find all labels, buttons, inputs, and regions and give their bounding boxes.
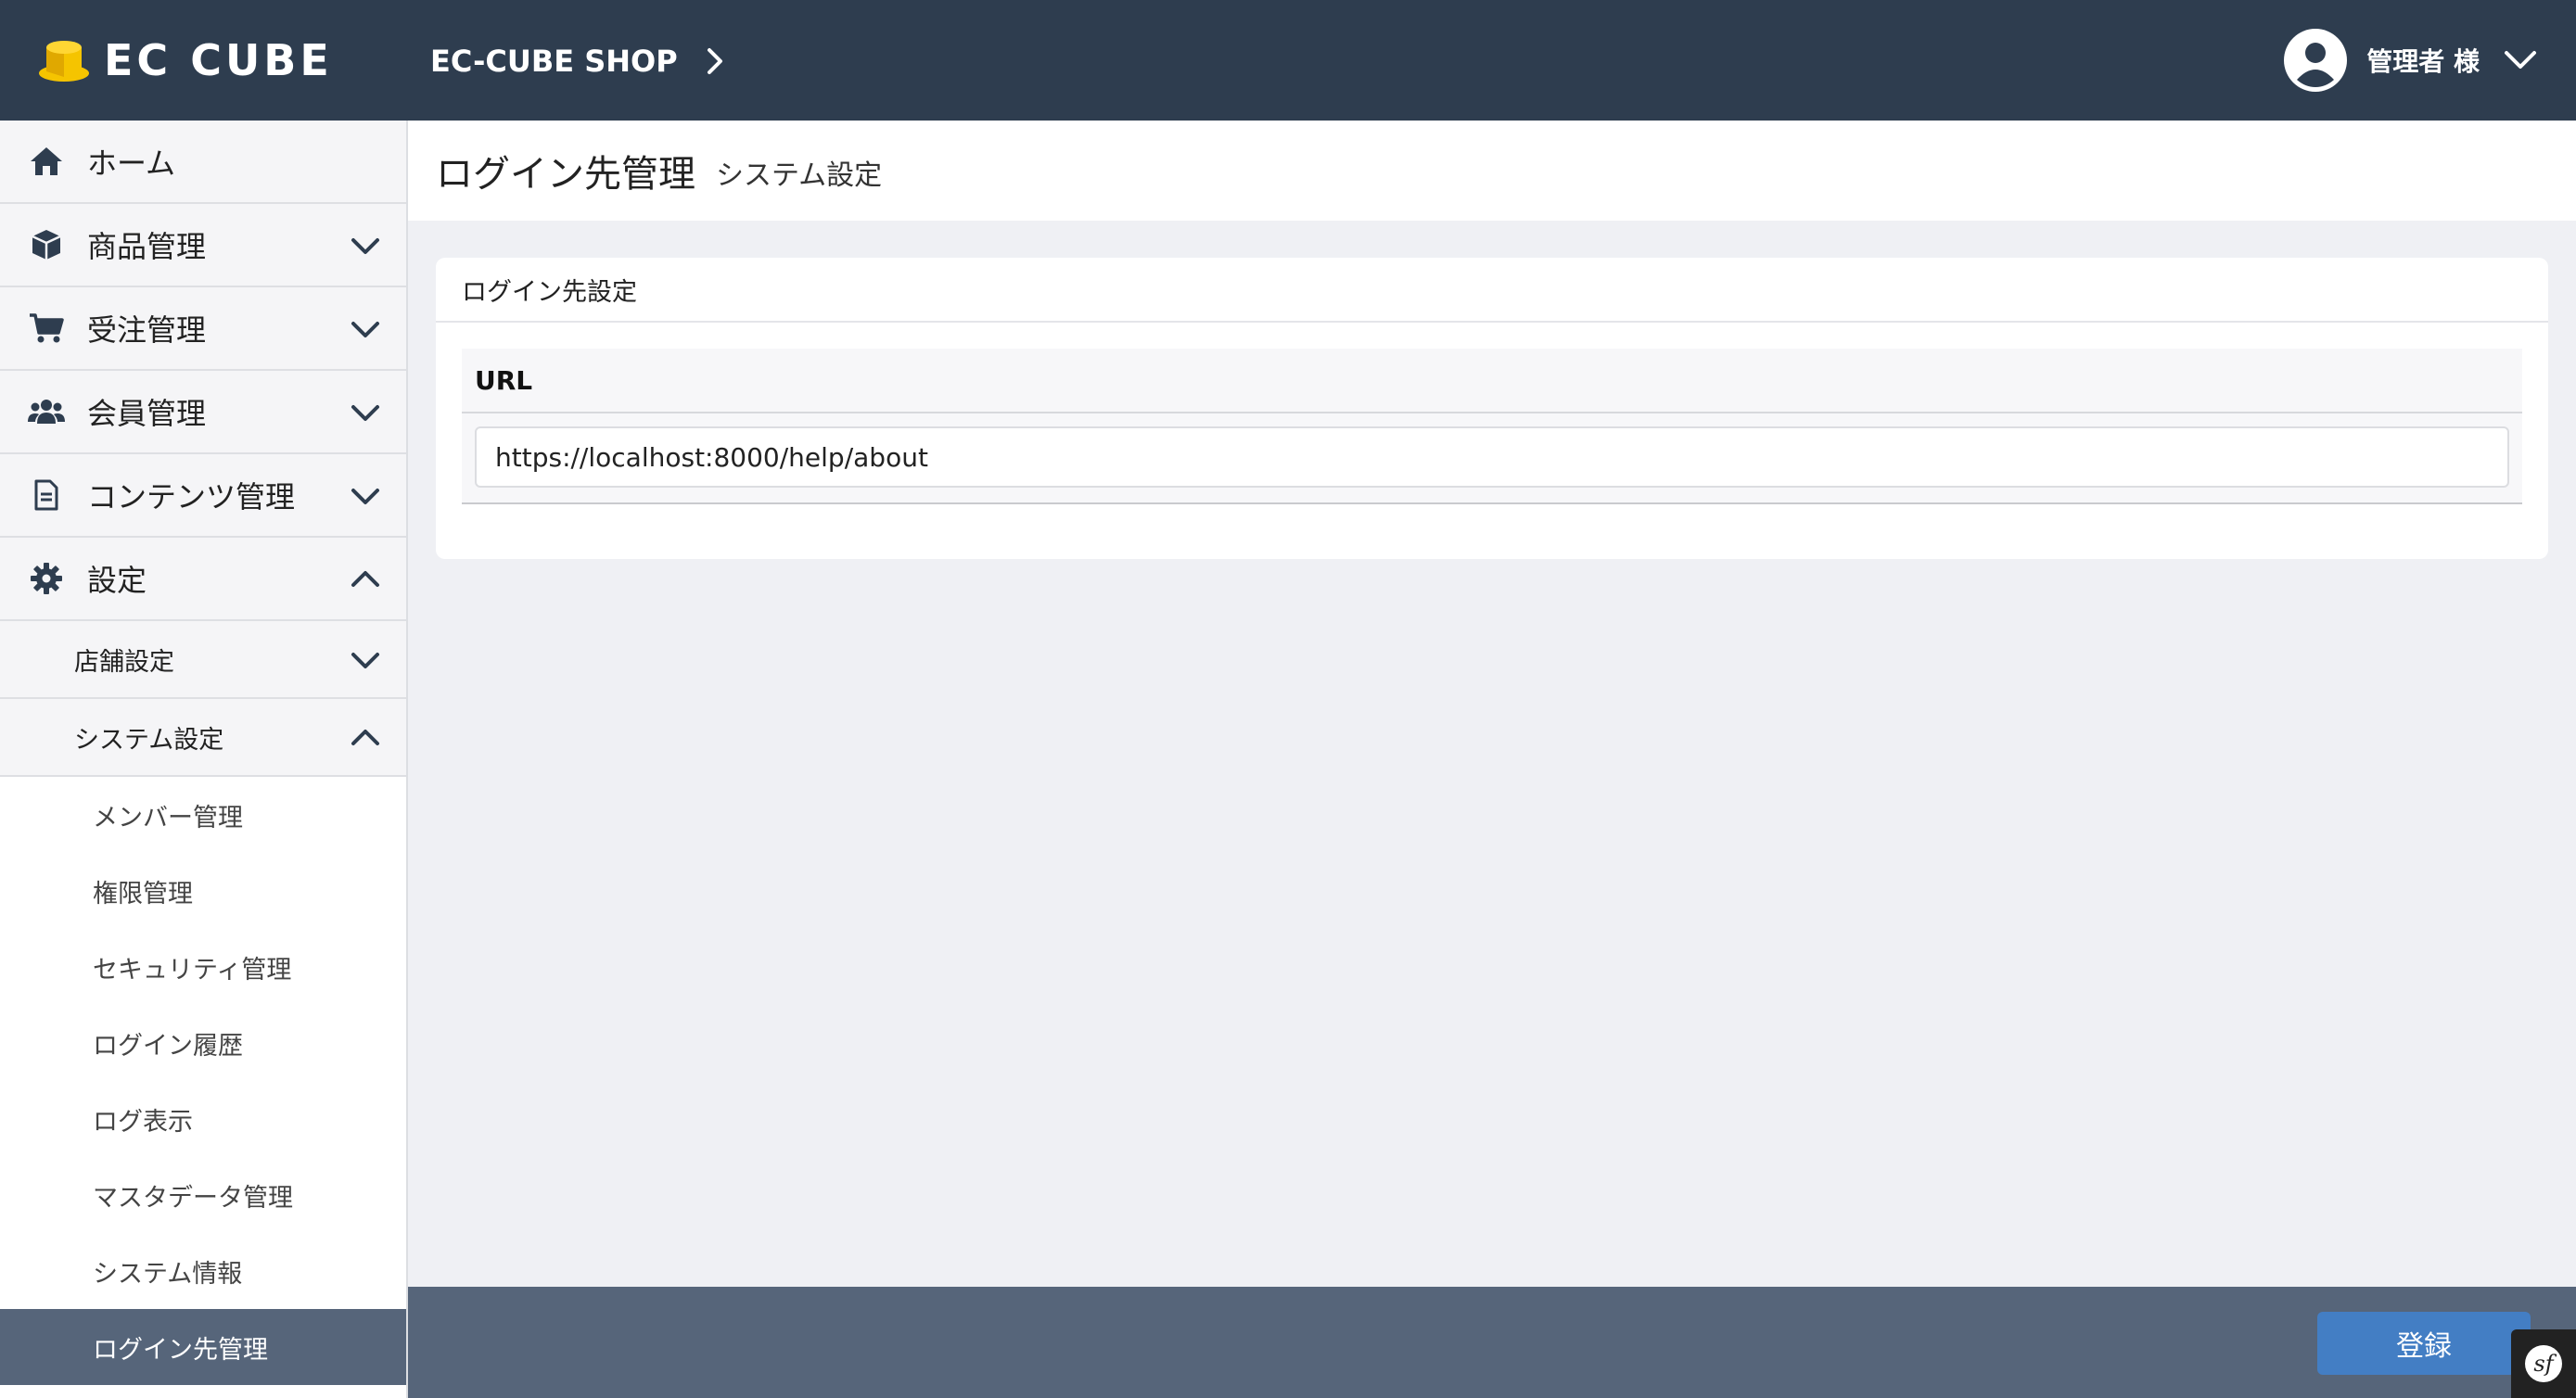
sidebar-subitem-label: システム設定 (74, 725, 224, 755)
chevron-down-icon (351, 489, 379, 504)
gear-icon (28, 560, 65, 597)
url-field-label-row: URL (462, 349, 2522, 413)
sidebar-item-label: 商品管理 (87, 229, 207, 264)
sidebar: ホーム 商品管理 受注管理 会員管理 コンテンツ管理 設定 店舗設定 システム設… (0, 121, 408, 1398)
sidebar-leaf-label: セキュリティ管理 (93, 955, 292, 985)
sidebar-item-label: ホーム (87, 146, 176, 181)
sidebar-leaf-authority[interactable]: 権限管理 (0, 853, 406, 929)
file-icon (28, 477, 65, 514)
symfony-toolbar-icon[interactable]: sf (2511, 1329, 2576, 1398)
shop-link[interactable]: EC-CUBE SHOP (430, 40, 724, 83)
chevron-up-icon (351, 730, 379, 745)
sidebar-item-label: 会員管理 (87, 396, 207, 431)
sidebar-leaf-label: ログ表示 (93, 1107, 193, 1137)
sidebar-item-home[interactable]: ホーム (0, 121, 406, 204)
top-header: EC CUBE EC-CUBE SHOP 管理者 様 (0, 0, 2576, 121)
chevron-down-icon (351, 322, 379, 337)
user-menu[interactable]: 管理者 様 (2283, 28, 2537, 93)
sidebar-leaf-label: メンバー管理 (93, 803, 243, 832)
sidebar-subitem-label: 店舗設定 (74, 647, 174, 677)
sidebar-leaf-label: システム情報 (93, 1259, 243, 1289)
ec-cube-logo[interactable]: EC CUBE (37, 35, 333, 85)
user-name: 管理者 様 (2366, 46, 2480, 77)
sidebar-item-settings[interactable]: 設定 (0, 538, 406, 621)
users-icon (28, 393, 65, 430)
shop-name: EC-CUBE SHOP (430, 44, 678, 79)
home-icon (28, 143, 65, 180)
sidebar-item-members[interactable]: 会員管理 (0, 371, 406, 454)
sidebar-leaf-label: ログイン先管理 (93, 1335, 268, 1365)
box-icon (28, 226, 65, 263)
sidebar-item-orders[interactable]: 受注管理 (0, 287, 406, 371)
sidebar-subitem-system-settings[interactable]: システム設定 (0, 699, 406, 777)
url-field-group: URL (462, 349, 2522, 506)
sidebar-leaf-label: ログイン履歴 (93, 1031, 243, 1061)
login-destination-card: ログイン先設定 URL (436, 258, 2548, 559)
sidebar-item-label: 設定 (87, 563, 147, 598)
cube-hat-icon (39, 41, 89, 82)
sidebar-item-label: コンテンツ管理 (87, 479, 296, 515)
page-title-bar: ログイン先管理 システム設定 (408, 121, 2576, 221)
sidebar-item-label: 受注管理 (87, 312, 207, 348)
page-subtitle: システム設定 (716, 159, 883, 192)
user-avatar-icon (2284, 29, 2348, 92)
sidebar-leaf-members[interactable]: メンバー管理 (0, 777, 406, 853)
sidebar-leaf-security[interactable]: セキュリティ管理 (0, 929, 406, 1005)
card-title: ログイン先設定 (462, 277, 637, 307)
sidebar-item-contents[interactable]: コンテンツ管理 (0, 454, 406, 538)
chevron-down-icon (351, 653, 379, 668)
sidebar-subitem-shop-settings[interactable]: 店舗設定 (0, 621, 406, 699)
sidebar-leaf-system-info[interactable]: システム情報 (0, 1233, 406, 1309)
url-field-label: URL (475, 364, 533, 396)
sidebar-leaf-login-destination[interactable]: ログイン先管理 (0, 1309, 406, 1385)
logo-text: EC CUBE (104, 35, 333, 85)
sidebar-leaf-label: マスタデータ管理 (93, 1183, 293, 1213)
chevron-down-icon (2505, 51, 2536, 69)
chevron-right-icon (707, 48, 722, 74)
chevron-down-icon (351, 238, 379, 254)
register-button[interactable]: 登録 (2317, 1312, 2531, 1375)
sidebar-item-products[interactable]: 商品管理 (0, 204, 406, 287)
sidebar-leaf-log[interactable]: ログ表示 (0, 1081, 406, 1157)
url-field-row (462, 413, 2522, 504)
chevron-down-icon (351, 405, 379, 421)
url-input[interactable] (475, 426, 2509, 488)
page-title: ログイン先管理 (436, 153, 695, 196)
card-header: ログイン先設定 (436, 258, 2548, 323)
chevron-up-icon (351, 571, 379, 587)
sidebar-leaf-login-history[interactable]: ログイン履歴 (0, 1005, 406, 1081)
sidebar-leaf-label: 権限管理 (93, 879, 193, 909)
footer-action-bar: 登録 (408, 1287, 2576, 1398)
cart-icon (28, 310, 65, 347)
sidebar-leaf-master-data[interactable]: マスタデータ管理 (0, 1157, 406, 1233)
